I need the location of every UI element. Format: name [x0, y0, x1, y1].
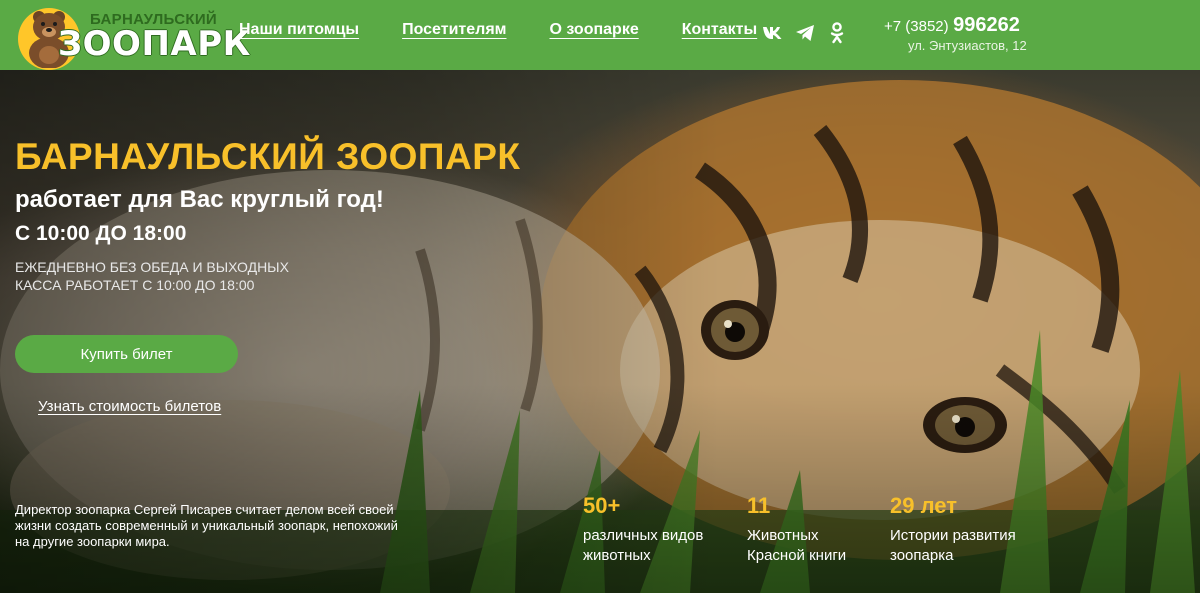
nav-item-about[interactable]: О зоопарке	[549, 21, 638, 39]
director-quote: Директор зоопарка Сергей Писарев считает…	[15, 502, 398, 549]
hero-title: БАРНАУЛЬСКИЙ ЗООПАРК	[15, 136, 521, 177]
main-nav: Наши питомцы Посетителям О зоопарке Конт…	[239, 21, 800, 39]
opening-hours: С 10:00 ДО 18:00	[15, 222, 187, 245]
stat-label: Животных Красной книги	[747, 526, 846, 566]
address: ул. Энтузиастов, 12	[908, 38, 1027, 53]
hero-subtitle: работает для Вас круглый год!	[15, 186, 384, 213]
ticket-price-link[interactable]: Узнать стоимость билетов	[38, 398, 221, 415]
site-header: БАРНАУЛЬСКИЙ ЗООПАРК Наши питомцы Посети…	[0, 0, 1200, 70]
stat-species: 50+ различных видов животных	[583, 493, 703, 566]
buy-ticket-button[interactable]: Купить билет	[15, 335, 238, 373]
stat-years: 29 лет Истории развития зоопарка	[890, 493, 1016, 566]
stat-label: различных видов животных	[583, 526, 703, 566]
logo-title: ЗООПАРК	[58, 24, 251, 64]
phone-prefix: +7 (3852)	[884, 18, 949, 35]
stat-label-line: Животных	[747, 527, 819, 544]
odnoklassniki-icon[interactable]	[826, 22, 848, 44]
stat-number: 50+	[583, 493, 621, 518]
nav-item-contacts[interactable]: Контакты	[682, 21, 757, 39]
stat-label-line: зоопарка	[890, 547, 954, 564]
nav-item-pets[interactable]: Наши питомцы	[239, 21, 359, 39]
stat-label-line: Истории развития	[890, 527, 1016, 544]
hero-section: БАРНАУЛЬСКИЙ ЗООПАРК работает для Вас кр…	[0, 70, 1200, 593]
phone-number[interactable]: +7 (3852) 996262	[884, 14, 1027, 37]
stat-label-line: животных	[583, 547, 651, 564]
stat-number: 29 лет	[890, 493, 957, 518]
vk-icon[interactable]	[762, 22, 784, 44]
stat-label-line: различных видов	[583, 527, 704, 544]
nav-item-visitors[interactable]: Посетителям	[402, 21, 506, 39]
header-contact: +7 (3852) 996262 ул. Энтузиастов, 12	[884, 14, 1027, 53]
stat-red-book: 11 Животных Красной книги	[747, 493, 846, 566]
hours-note-line: КАССА РАБОТАЕТ С 10:00 ДО 18:00	[15, 277, 255, 293]
social-links	[762, 22, 848, 44]
hours-note: ЕЖЕДНЕВНО БЕЗ ОБЕДА И ВЫХОДНЫХ КАССА РАБ…	[15, 258, 289, 294]
phone-main: 996262	[953, 14, 1020, 36]
stat-label-line: Красной книги	[747, 547, 847, 564]
zoo-logo[interactable]: БАРНАУЛЬСКИЙ ЗООПАРК	[14, 4, 250, 70]
stat-label: Истории развития зоопарка	[890, 526, 1016, 566]
telegram-icon[interactable]	[794, 22, 816, 44]
hours-note-line: ЕЖЕДНЕВНО БЕЗ ОБЕДА И ВЫХОДНЫХ	[15, 259, 289, 275]
stat-number: 11	[747, 493, 771, 518]
